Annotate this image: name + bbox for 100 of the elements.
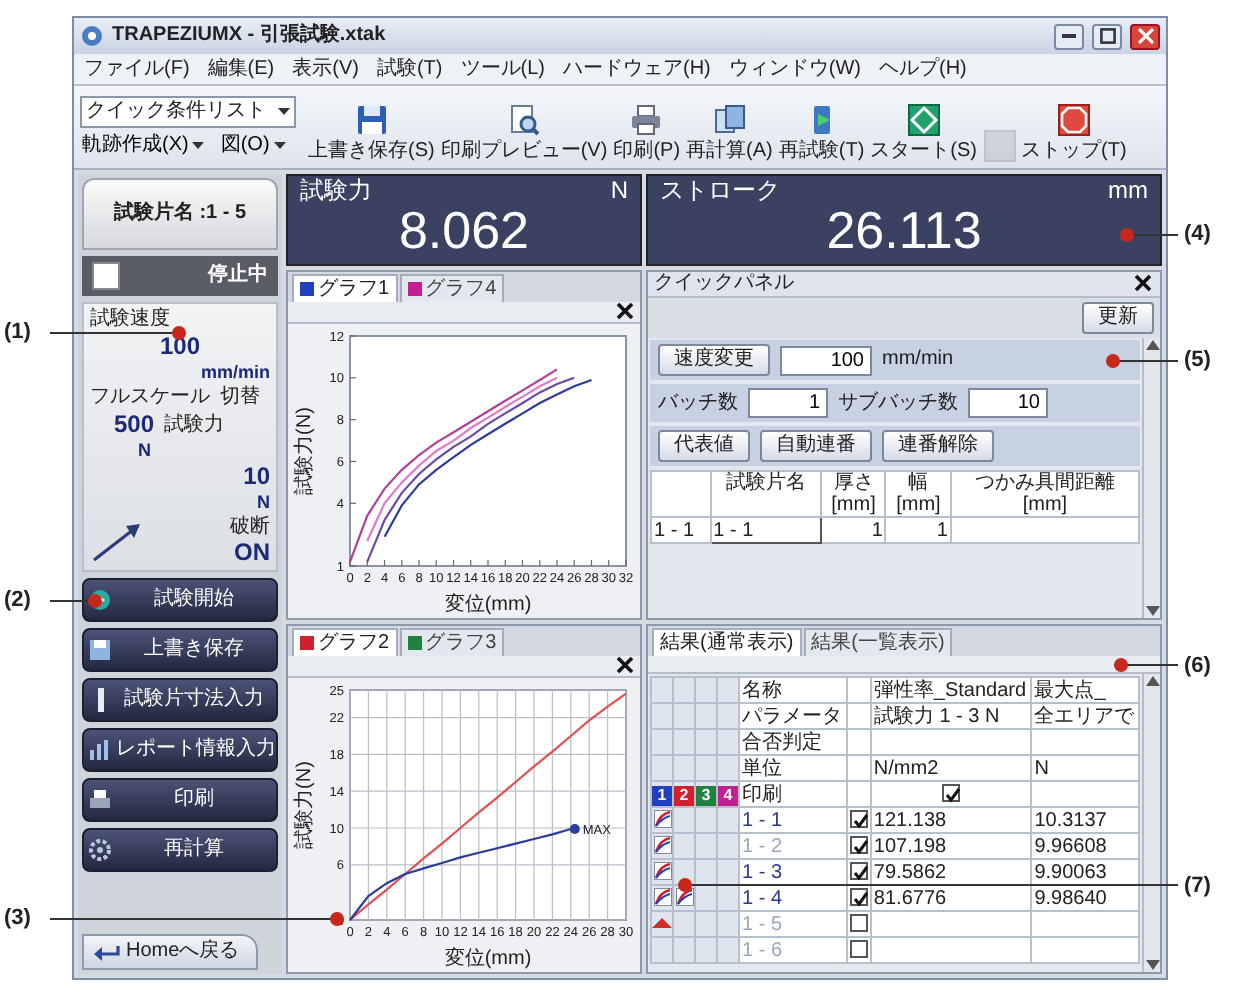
results-tab[interactable]: 結果(通常表示) — [652, 628, 802, 656]
max-marker — [569, 822, 580, 833]
row-label: 1 - 1 — [739, 807, 847, 833]
close-button[interactable] — [616, 302, 636, 322]
menu-item[interactable]: ツール(L) — [460, 57, 545, 81]
action-button[interactable]: 代表値 — [658, 430, 750, 462]
callout-label: (5) — [1184, 346, 1211, 374]
menu-item[interactable]: ウィンドウ(W) — [728, 57, 861, 81]
field-label: サブバッチ数 — [838, 391, 958, 415]
table-cell: 1 — [821, 517, 886, 543]
toolbar-button[interactable]: ストップ(T) — [1019, 90, 1129, 164]
callout-label: (3) — [4, 904, 31, 932]
action-button[interactable]: 連番解除 — [882, 430, 994, 462]
sidebar-button[interactable]: 上書き保存 — [82, 628, 278, 673]
curve-icon — [653, 810, 671, 829]
maximize-button[interactable] — [1092, 23, 1122, 49]
unit-header: [mm] — [1020, 494, 1070, 516]
meter-label: 試験力 — [300, 178, 372, 205]
break-value: ON — [234, 539, 270, 567]
sidebar-button[interactable]: 再計算 — [82, 828, 278, 873]
table-cell: 全エリアで — [1031, 703, 1139, 729]
table-cell: 1 — [885, 517, 951, 543]
menu-dropdown[interactable]: 図(O) — [218, 134, 288, 158]
meter-unit: mm — [1108, 178, 1148, 205]
condition-list-dropdown[interactable]: クイック条件リスト — [80, 96, 296, 128]
table-cell: 試験力 1 - 3 N — [870, 703, 1032, 729]
field-label: 切替 — [220, 385, 260, 410]
graph-tab[interactable]: グラフ4 — [399, 274, 505, 302]
menu-item[interactable]: ヘルプ(H) — [878, 57, 967, 81]
row-label: 合否判定 — [739, 729, 847, 755]
checkbox[interactable] — [849, 810, 868, 829]
check-icon — [944, 786, 963, 805]
toolbar-button[interactable]: 印刷(P) — [611, 90, 683, 164]
diagonal-arrow-icon — [90, 519, 146, 564]
graph-tab[interactable]: グラフ1 — [292, 274, 398, 302]
input-field[interactable]: 100 — [780, 345, 872, 375]
input-field[interactable]: 10 — [968, 388, 1048, 418]
results-tab[interactable]: 結果(一覧表示) — [803, 628, 953, 656]
meter-label: ストローク — [660, 178, 780, 205]
menu-item[interactable]: 試験(T) — [376, 57, 443, 81]
toolbar-button[interactable]: 再試験(T) — [776, 90, 867, 164]
table-cell: 10.3137 — [1031, 807, 1139, 833]
vertical-scrollbar[interactable] — [1142, 338, 1160, 618]
refresh-button[interactable]: 更新 — [1082, 302, 1154, 334]
sidebar-button[interactable]: 印刷 — [82, 778, 278, 823]
stop-icon — [1057, 104, 1090, 136]
action-button[interactable]: 自動連番 — [760, 430, 872, 462]
toolbar-button[interactable]: 再計算(A) — [684, 90, 775, 164]
field-label: フルスケール — [90, 385, 210, 410]
graph-tab[interactable]: グラフ3 — [399, 628, 505, 656]
sidebar-button[interactable]: レポート情報入力 — [82, 728, 278, 773]
menu-item[interactable]: ファイル(F) — [84, 57, 190, 81]
menu-item[interactable]: 編集(E) — [207, 57, 275, 81]
group-tag[interactable]: 2 — [674, 785, 694, 805]
checkbox[interactable] — [849, 940, 868, 959]
status-label: 停止中 — [208, 264, 268, 288]
field-label: 試験速度 — [90, 308, 170, 332]
toolbar-button[interactable]: 上書き保存(S) — [306, 90, 437, 164]
toolbar-button[interactable]: スタート(S) — [868, 90, 979, 164]
speed-value: 100 — [159, 334, 201, 361]
table-cell[interactable]: 1 - 1 — [710, 517, 822, 543]
axis-title: 試験力(N) — [294, 406, 316, 494]
minimize-button[interactable] — [1054, 23, 1084, 49]
close-button[interactable] — [1134, 274, 1154, 294]
home-tab[interactable]: Homeへ戻る — [82, 934, 258, 970]
column-header: 試験片名 — [723, 472, 808, 494]
toolbar-button[interactable]: 印刷プレビュー(V) — [438, 90, 610, 164]
menu-item[interactable]: ハードウェア(H) — [562, 57, 711, 81]
scroll-down-icon — [1145, 606, 1159, 616]
panel-title: クイックパネル — [654, 272, 794, 296]
row-label: 印刷 — [739, 781, 847, 807]
documents-icon — [713, 104, 746, 136]
group-tag[interactable]: 1 — [652, 785, 672, 805]
close-button[interactable] — [1130, 23, 1160, 49]
graph-tab[interactable]: グラフ2 — [292, 628, 398, 656]
sidebar-button[interactable]: 試験開始 — [82, 578, 278, 623]
checkbox[interactable] — [849, 914, 868, 933]
meter-unit: N — [610, 178, 628, 205]
vertical-scrollbar[interactable] — [1142, 674, 1160, 972]
menu-dropdown[interactable]: 軌跡作成(X) — [80, 134, 207, 158]
close-button[interactable] — [616, 656, 636, 676]
unit-header: [mm] — [829, 494, 878, 516]
menu-item[interactable]: 表示(V) — [292, 57, 359, 81]
checkbox[interactable] — [942, 784, 961, 803]
callout-label: (6) — [1184, 651, 1211, 679]
unit-header: [mm] — [894, 494, 943, 516]
app-logo-icon — [80, 24, 104, 48]
row-header: 1 - 1 — [651, 517, 711, 543]
row-label: 名称 — [739, 677, 847, 703]
input-field[interactable]: 1 — [748, 388, 828, 418]
table-cell: 121.138 — [870, 807, 1032, 833]
group-tag[interactable]: 4 — [718, 785, 738, 805]
meter-value: 8.062 — [396, 204, 532, 257]
sidebar-button[interactable]: 試験片寸法入力 — [82, 678, 278, 723]
diamond-icon — [907, 104, 940, 136]
group-tag[interactable]: 3 — [696, 785, 716, 805]
speed-change-button[interactable]: 速度変更 — [658, 344, 770, 376]
curve-icon — [653, 888, 671, 907]
gear-icon — [88, 838, 112, 863]
checkbox[interactable] — [849, 836, 868, 855]
